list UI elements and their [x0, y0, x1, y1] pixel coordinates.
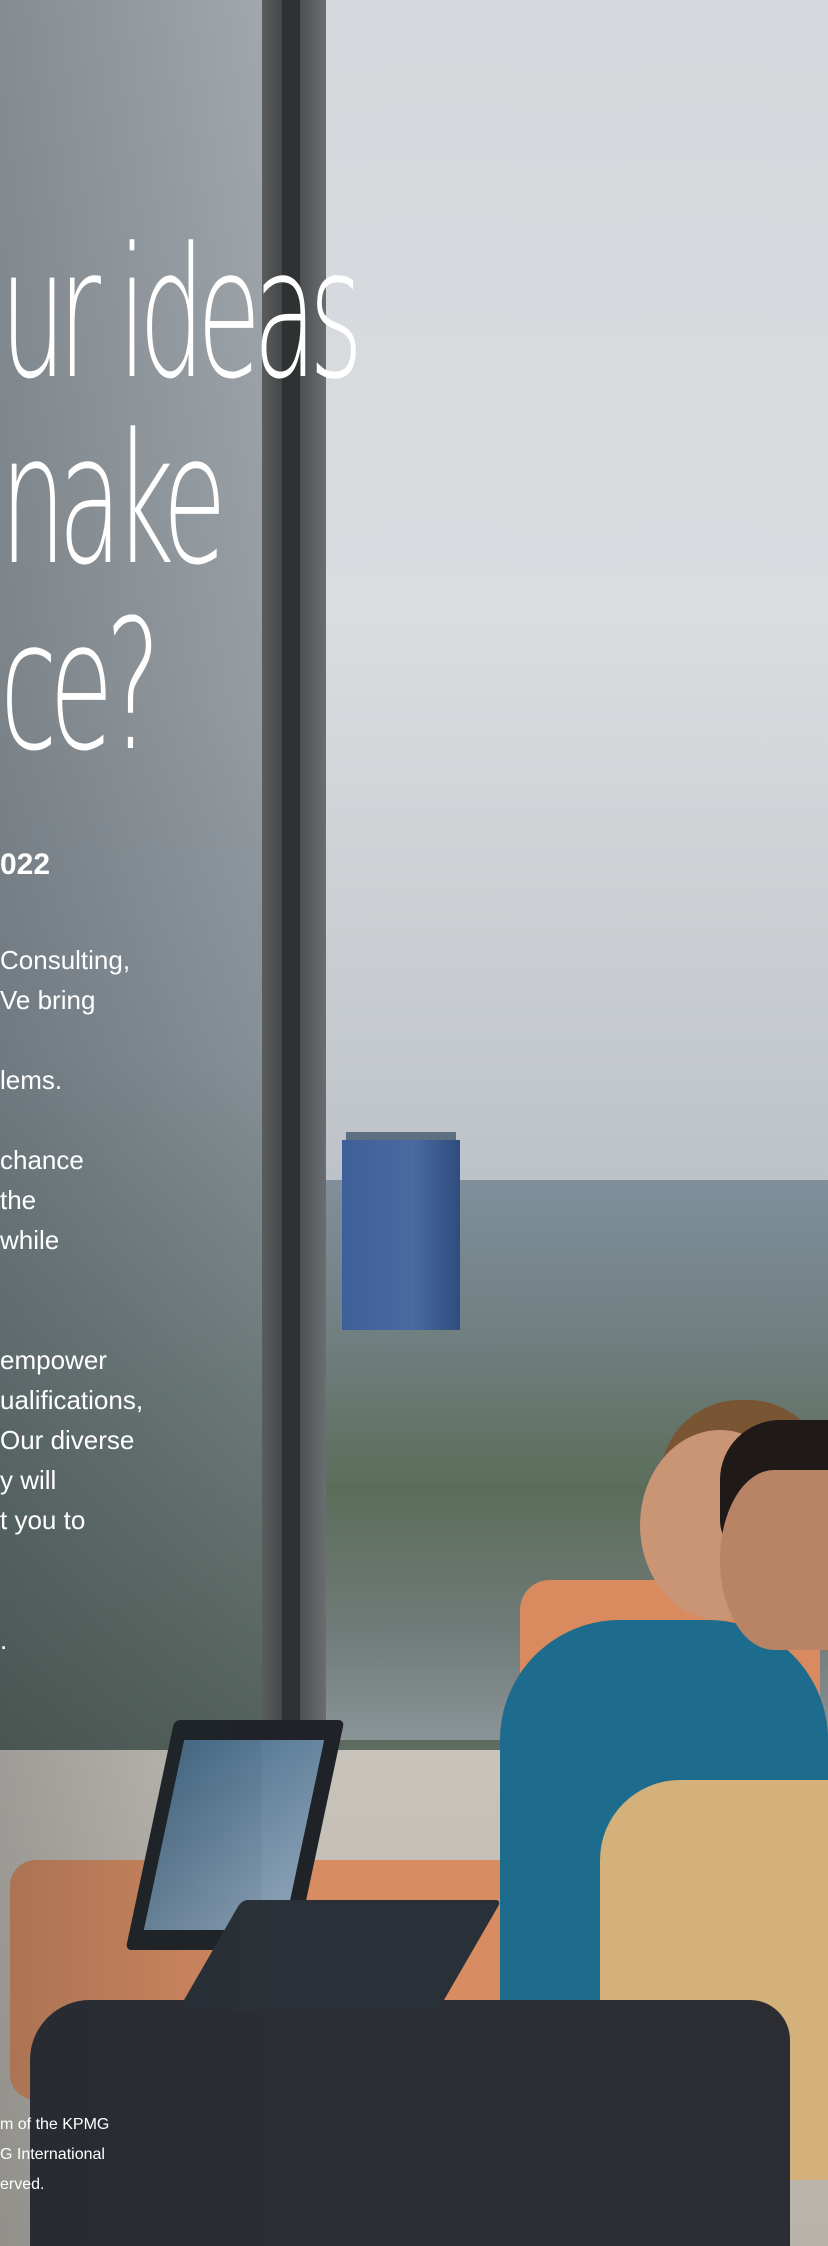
body-line: the: [0, 1185, 37, 1215]
body-line: y will: [0, 1465, 57, 1495]
body-line: Consulting,: [0, 945, 131, 975]
text-overlay: ur ideas nake ce? 022 Consulting, Ve bri…: [0, 0, 828, 2246]
body-line: Ve bring: [0, 985, 96, 1015]
legal-footer: m of the KPMG G International erved.: [0, 2110, 109, 2200]
footer-line: G International: [0, 2146, 105, 2163]
headline-line-1: ur ideas: [0, 210, 363, 419]
footer-line: erved.: [0, 2176, 45, 2193]
body-line: t you to: [0, 1505, 86, 1535]
body-copy: Consulting, Ve bring lems. chance the wh…: [0, 940, 180, 1660]
body-line: lems.: [0, 1065, 63, 1095]
body-line: chance: [0, 1145, 84, 1175]
headline: ur ideas nake ce?: [0, 210, 363, 791]
body-line: Our diverse: [0, 1425, 135, 1455]
headline-line-2: nake: [0, 396, 227, 605]
body-line: ualifications,: [0, 1385, 144, 1415]
body-line: empower: [0, 1345, 107, 1375]
headline-line-3: ce?: [0, 582, 161, 791]
body-line: .: [0, 1625, 8, 1655]
subheading: 022: [0, 848, 51, 881]
body-line: while: [0, 1225, 60, 1255]
footer-line: m of the KPMG: [0, 2116, 110, 2133]
